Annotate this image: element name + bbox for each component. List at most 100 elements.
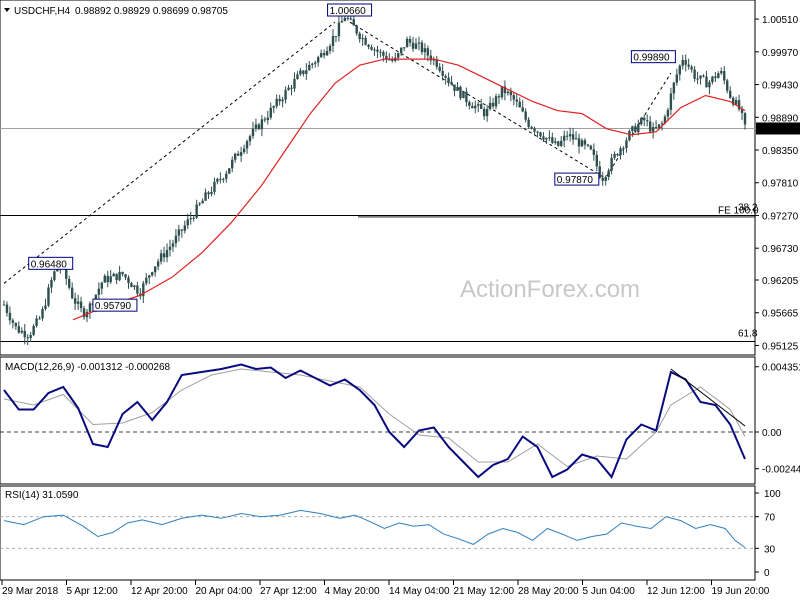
candle-body xyxy=(302,70,305,75)
candle-body xyxy=(79,301,83,309)
candle-body xyxy=(702,75,705,77)
candle-body xyxy=(586,144,590,146)
rsi-tick-label: 30 xyxy=(764,544,776,555)
candle-body xyxy=(325,50,329,56)
fe-level-label-2: 38.2 xyxy=(738,202,758,213)
candle-body xyxy=(73,298,77,304)
candle-body xyxy=(68,278,71,288)
time-tick-label: 5 Apr 12:00 xyxy=(67,586,119,597)
candle-body xyxy=(453,84,456,91)
candle-body xyxy=(251,128,255,137)
candle-body xyxy=(225,173,228,179)
candle-body xyxy=(405,38,409,48)
candle-body xyxy=(423,48,427,53)
candle-body xyxy=(293,79,296,89)
candle-body xyxy=(334,36,338,38)
candle-body xyxy=(213,181,216,192)
watermark: ActionForex.com xyxy=(460,276,640,303)
candle-body xyxy=(50,280,53,288)
candle-body xyxy=(651,127,655,132)
candle-body xyxy=(533,128,536,132)
candle-body xyxy=(11,320,15,323)
candle-body xyxy=(743,113,747,125)
candle-body xyxy=(717,73,720,79)
macd-tick-label: -0.002448 xyxy=(762,465,800,476)
candle-body xyxy=(130,283,133,288)
candle-body xyxy=(622,147,625,149)
candle-body xyxy=(201,200,204,204)
candle-body xyxy=(728,90,732,98)
candle-body xyxy=(592,149,596,155)
price-tick-label: 0.96730 xyxy=(762,244,799,255)
candle-body xyxy=(477,104,480,106)
candle-body xyxy=(112,273,115,277)
candle-body xyxy=(714,76,717,79)
candle-body xyxy=(355,25,358,34)
candle-body xyxy=(222,178,225,180)
candle-body xyxy=(580,140,584,147)
rsi-tick-label: 100 xyxy=(764,489,781,500)
candle-body xyxy=(156,261,160,267)
candle-body xyxy=(198,203,201,205)
candle-body xyxy=(524,111,527,120)
candle-body xyxy=(26,337,29,339)
candle-body xyxy=(711,76,714,83)
candle-body xyxy=(441,70,444,76)
candle-body xyxy=(328,45,332,51)
candle-body xyxy=(462,91,465,99)
time-tick-label: 19 Jun 20:00 xyxy=(712,586,770,597)
candle-body xyxy=(189,218,192,220)
candle-body xyxy=(219,178,222,180)
macd-trendline xyxy=(670,368,746,427)
candle-body xyxy=(41,308,44,319)
price-panel: FE 100.038.261.81.006600.998900.978700.9… xyxy=(0,3,759,345)
candle-body xyxy=(44,305,47,309)
ohlc-values: 0.98892 0.98929 0.98699 0.98705 xyxy=(75,6,228,17)
candle-body xyxy=(76,301,80,304)
candle-body xyxy=(53,271,56,281)
price-label-text: 0.97870 xyxy=(557,175,594,186)
candle-body xyxy=(554,141,557,143)
price-tick-label: 0.95665 xyxy=(762,309,799,320)
candle-body xyxy=(681,60,684,66)
candle-body xyxy=(153,266,157,273)
candle-body xyxy=(459,86,462,99)
price-tick-label: 0.97270 xyxy=(762,211,799,222)
candle-body xyxy=(165,250,169,258)
candle-body xyxy=(70,287,74,299)
candle-body xyxy=(367,44,370,47)
candle-body xyxy=(684,60,687,65)
candle-body xyxy=(536,131,539,133)
candle-body xyxy=(148,275,151,278)
candle-body xyxy=(376,49,379,52)
macd-tick-label: 0.00 xyxy=(762,428,782,439)
candle-body xyxy=(696,78,699,80)
candle-body xyxy=(678,65,681,75)
candle-body xyxy=(248,136,252,142)
price-tick-label: 0.98350 xyxy=(762,146,799,157)
candle-body xyxy=(337,22,341,37)
time-tick-label: 27 Apr 12:00 xyxy=(260,586,317,597)
candle-body xyxy=(408,38,412,43)
candle-body xyxy=(414,43,418,49)
candle-body xyxy=(379,51,382,53)
candle-body xyxy=(177,229,181,236)
candle-body xyxy=(515,99,518,102)
macd-line xyxy=(3,363,746,479)
candle-body xyxy=(675,74,679,83)
candle-body xyxy=(121,271,124,275)
forex-chart: ActionForex.com FE 100.038.261.81.006600… xyxy=(0,0,800,597)
dropdown-arrow-icon[interactable] xyxy=(4,8,10,12)
rsi-panel-frame xyxy=(0,485,756,581)
candle-body xyxy=(340,21,344,23)
fib-level-label: 61.8 xyxy=(738,329,758,340)
candle-body xyxy=(509,91,513,96)
candle-body xyxy=(589,145,593,150)
candle-body xyxy=(127,277,130,284)
candle-body xyxy=(530,126,533,129)
time-tick-label: 28 May 20:00 xyxy=(518,586,579,597)
candle-body xyxy=(521,107,524,112)
candle-body xyxy=(296,74,299,80)
candle-body xyxy=(488,102,492,110)
candle-body xyxy=(331,36,335,46)
